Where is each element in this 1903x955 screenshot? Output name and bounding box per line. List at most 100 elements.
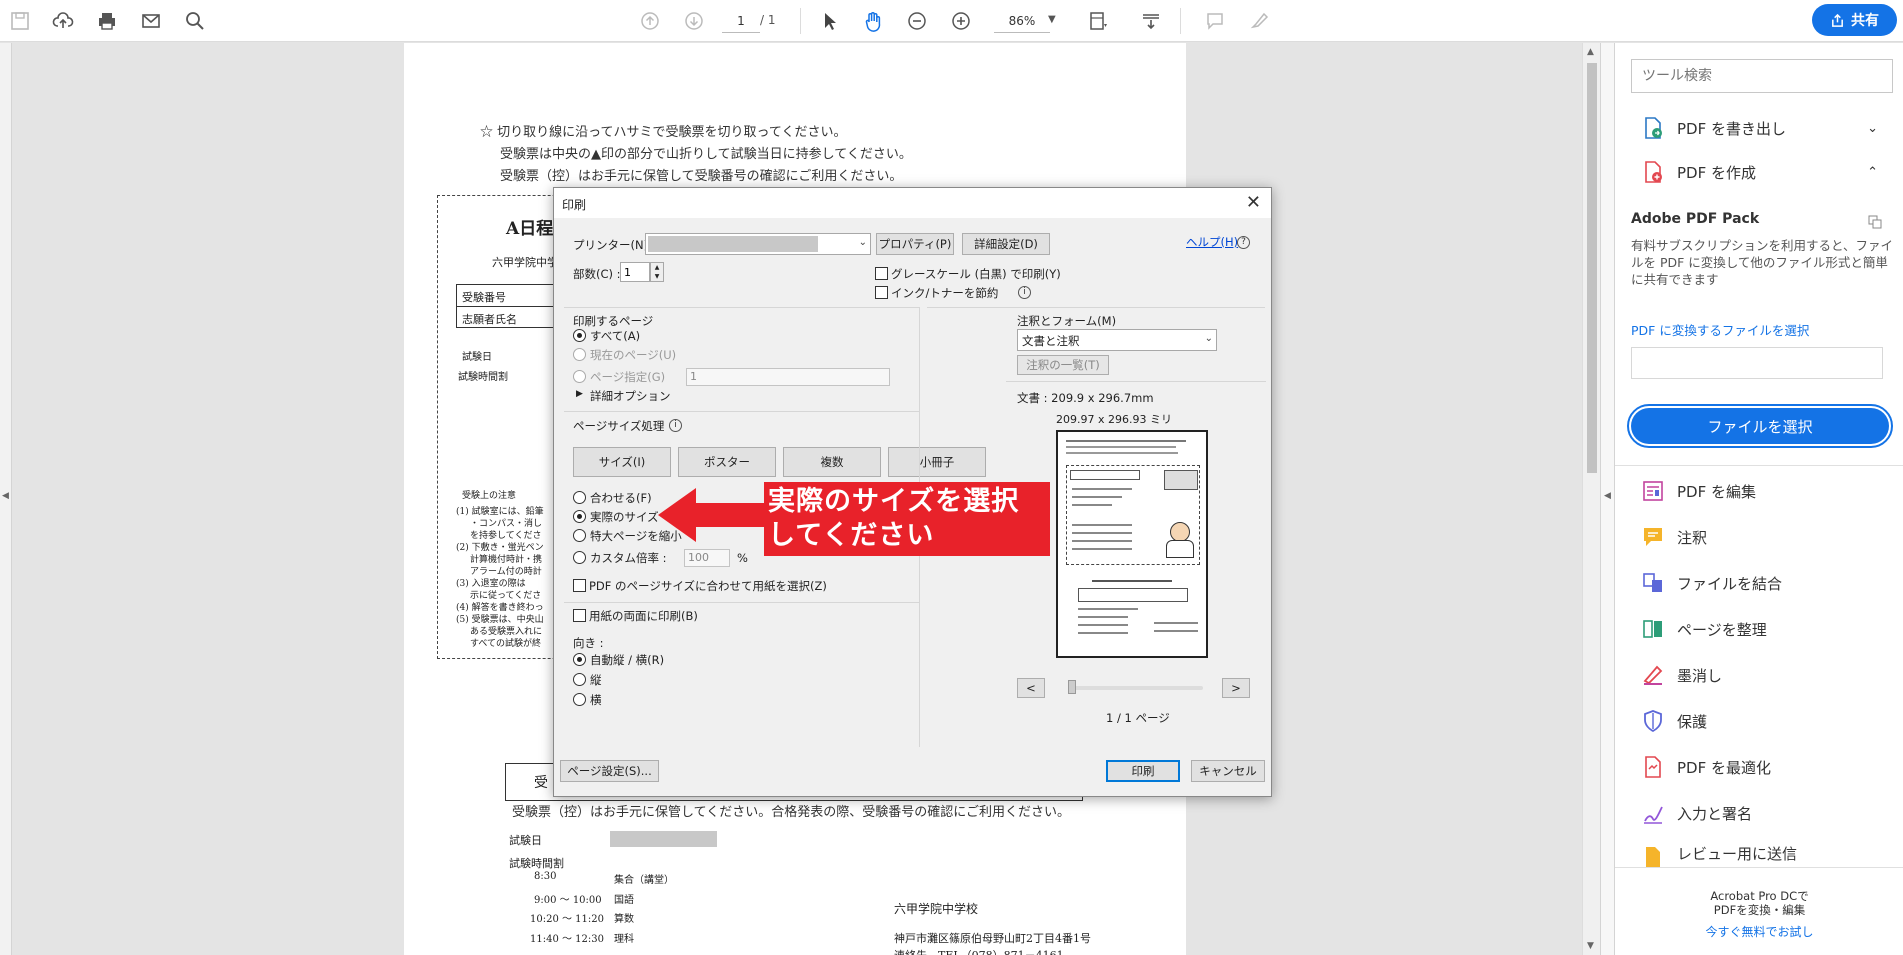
previous-page-icon[interactable]	[635, 6, 665, 36]
page-number-input[interactable]	[722, 9, 760, 33]
print-icon[interactable]	[92, 6, 122, 36]
tool-edit-pdf[interactable]: PDF を編集	[1615, 471, 1903, 511]
info-icon[interactable]: i	[669, 419, 682, 432]
triangle-right-icon[interactable]: ▶	[576, 389, 583, 399]
cancel-button[interactable]: キャンセル	[1191, 760, 1265, 782]
search-icon[interactable]	[180, 6, 210, 36]
tool-organize[interactable]: ページを整理	[1615, 609, 1903, 649]
right-panel-toggle-rail[interactable]: ◀	[1600, 43, 1614, 955]
copy-icon[interactable]	[1868, 215, 1882, 229]
info-icon[interactable]: i	[1018, 286, 1031, 299]
vertical-scrollbar[interactable]: ▲ ▼	[1582, 43, 1600, 955]
page-range-label: ページ指定(G)	[590, 370, 666, 384]
tool-redact[interactable]: 墨消し	[1615, 655, 1903, 695]
tab-size[interactable]: サイズ(I)	[573, 447, 671, 477]
optimize-pdf-icon	[1639, 753, 1667, 781]
fit-page-icon[interactable]	[1083, 6, 1113, 36]
left-nav-rail[interactable]: ◀	[0, 43, 12, 955]
preview-slider[interactable]	[1068, 686, 1203, 690]
share-button[interactable]: 共有	[1812, 4, 1897, 36]
select-file-button[interactable]: ファイルを選択	[1627, 404, 1893, 448]
free-trial-link[interactable]: 今すぐ無料でお試し	[1615, 925, 1903, 939]
schedule-subject: 集合（講堂）	[614, 875, 674, 886]
preview-slider-thumb[interactable]	[1068, 680, 1076, 694]
help-info-icon[interactable]: ?	[1237, 236, 1250, 249]
page-range-radio[interactable]	[573, 370, 586, 383]
copies-stepper[interactable]: ▲ ▼	[650, 262, 664, 282]
tab-poster[interactable]: ポスター	[678, 447, 776, 477]
preview-next-button[interactable]: >	[1222, 678, 1250, 698]
duplex-checkbox[interactable]	[573, 609, 586, 622]
page-range-input[interactable]: 1	[686, 368, 890, 386]
highlight-pen-icon[interactable]	[1244, 6, 1274, 36]
portrait-label: 縦	[590, 673, 602, 687]
next-page-icon[interactable]	[679, 6, 709, 36]
actual-size-radio[interactable]	[573, 510, 586, 523]
tool-optimize[interactable]: PDF を最適化	[1615, 747, 1903, 787]
scroll-mode-icon[interactable]	[1136, 6, 1166, 36]
mail-icon[interactable]	[136, 6, 166, 36]
stub-exam-time: 試験時間割	[509, 857, 564, 870]
custom-scale-radio[interactable]	[573, 551, 586, 564]
collapse-panel-icon[interactable]: ◀	[1604, 491, 1611, 501]
hand-tool-icon[interactable]	[858, 6, 888, 36]
all-pages-radio[interactable]	[573, 329, 586, 342]
print-button[interactable]: 印刷	[1106, 760, 1180, 782]
zoom-out-icon[interactable]	[902, 6, 932, 36]
page-setup-button[interactable]: ページ設定(S)...	[560, 760, 659, 782]
tool-comment[interactable]: 注釈	[1615, 517, 1903, 557]
schedule-subject: 算数	[614, 914, 634, 925]
save-ink-checkbox[interactable]	[875, 286, 888, 299]
chevron-down-icon[interactable]: ⌄	[1867, 121, 1878, 136]
tool-protect[interactable]: 保護	[1615, 701, 1903, 741]
create-pdf-item[interactable]: PDF を作成 ⌃	[1615, 152, 1903, 192]
copies-input[interactable]	[620, 262, 650, 282]
scrollbar-thumb[interactable]	[1587, 63, 1597, 473]
custom-scale-input[interactable]: 100	[684, 549, 730, 567]
landscape-radio[interactable]	[573, 693, 586, 706]
choose-paper-label: PDF のページサイズに合わせて用紙を選択(Z)	[589, 579, 827, 593]
printer-select[interactable]: ⌄	[645, 233, 871, 255]
choose-paper-checkbox[interactable]	[573, 579, 586, 592]
grayscale-checkbox[interactable]	[875, 267, 888, 280]
export-pdf-item[interactable]: PDF を書き出し ⌄	[1615, 108, 1903, 148]
scroll-down-icon[interactable]: ▼	[1587, 941, 1594, 951]
tab-multiple[interactable]: 複数	[783, 447, 881, 477]
tool-send-review[interactable]: レビュー用に送信	[1615, 839, 1903, 867]
fit-radio[interactable]	[573, 491, 586, 504]
zoom-dropdown-icon[interactable]: ▼	[1048, 14, 1056, 25]
zoom-in-icon[interactable]	[946, 6, 976, 36]
auto-orientation-radio[interactable]	[573, 653, 586, 666]
comments-select[interactable]: 文書と注釈 ⌄	[1017, 329, 1217, 351]
portrait-radio[interactable]	[573, 673, 586, 686]
tab-booklet[interactable]: 小冊子	[888, 447, 986, 477]
advanced-button[interactable]: 詳細設定(D)	[962, 233, 1050, 255]
expand-left-icon[interactable]: ◀	[2, 491, 9, 501]
send-review-icon	[1639, 843, 1667, 867]
stub-exam-date: 試験日	[509, 834, 542, 847]
more-options-label[interactable]: 詳細オプション	[590, 388, 671, 404]
close-icon[interactable]: ✕	[1246, 192, 1261, 213]
comment-icon[interactable]	[1200, 6, 1230, 36]
properties-button[interactable]: プロパティ(P)	[876, 233, 954, 255]
tool-fill-sign[interactable]: 入力と署名	[1615, 793, 1903, 833]
preview-prev-button[interactable]: <	[1017, 678, 1045, 698]
tool-combine[interactable]: ファイルを結合	[1615, 563, 1903, 603]
select-cursor-icon[interactable]	[815, 6, 845, 36]
tool-search-input[interactable]	[1631, 59, 1893, 93]
help-link[interactable]: ヘルプ(H)	[1186, 234, 1238, 250]
pack-file-box[interactable]	[1631, 347, 1883, 379]
stub-title: 受	[534, 775, 548, 791]
current-page-radio[interactable]	[573, 348, 586, 361]
annotation-line: 実際のサイズを選択	[768, 486, 1020, 517]
shrink-radio[interactable]	[573, 529, 586, 542]
upload-cloud-icon[interactable]	[48, 6, 78, 36]
dialog-titlebar: 印刷 ✕	[554, 188, 1271, 218]
comments-list-button[interactable]: 注釈の一覧(T)	[1017, 355, 1109, 375]
zoom-input[interactable]	[994, 9, 1050, 33]
pack-select-link[interactable]: PDF に変換するファイルを選択	[1631, 320, 1893, 339]
annotation-line: してください	[768, 520, 935, 551]
save-icon[interactable]	[5, 6, 35, 36]
scroll-up-icon[interactable]: ▲	[1587, 47, 1594, 57]
chevron-up-icon[interactable]: ⌃	[1867, 165, 1878, 180]
